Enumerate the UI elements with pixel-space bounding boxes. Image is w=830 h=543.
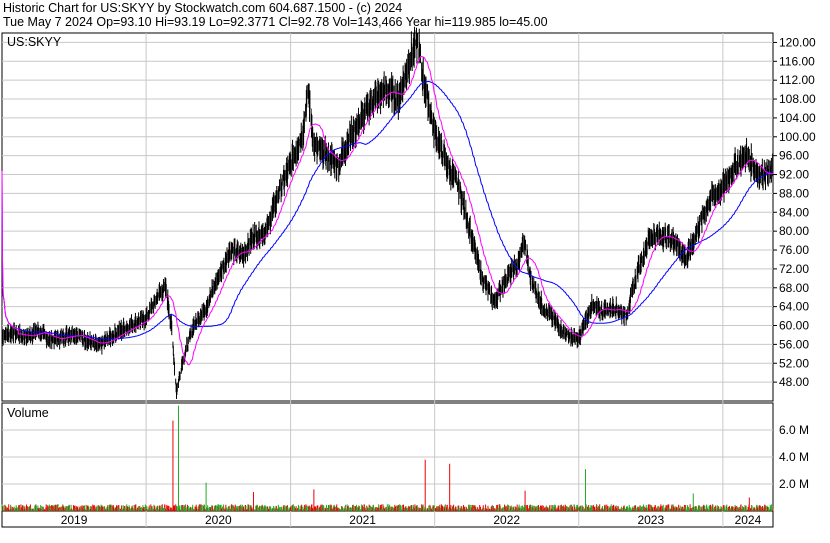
price-volume-chart: 48.00 52.00 56.00 60.00 64.00 68.00 72.00 76.00…: [1, 26, 816, 528]
short-moving-average-line: [1, 56, 774, 366]
price-tick-label: 68.00: [779, 281, 809, 295]
price-tick-label: 52.00: [779, 356, 809, 370]
price-tick-label: 80.00: [779, 224, 809, 238]
year-label: 2019: [61, 513, 88, 527]
long-moving-average-line: [1, 81, 774, 340]
symbol-label: US:SKYY: [7, 35, 62, 49]
price-tick-label: 116.00: [779, 54, 815, 68]
year-label: 2022: [493, 513, 520, 527]
price-tick-label: 76.00: [779, 243, 809, 257]
price-tick-label: 88.00: [779, 186, 809, 200]
year-label: 2021: [349, 513, 376, 527]
price-tick-label: 60.00: [779, 319, 809, 333]
price-tick-label: 72.00: [779, 262, 809, 276]
year-label: 2023: [637, 513, 664, 527]
price-tick-label: 92.00: [779, 168, 809, 182]
volume-tick-label: 4.0 M: [779, 450, 809, 464]
price-tick-label: 64.00: [779, 300, 809, 314]
volume-tick-label: 2.0 M: [779, 477, 809, 491]
price-tick-label: 56.00: [779, 337, 809, 351]
year-label: 2024: [735, 513, 762, 527]
volume-tick-label: 6.0 M: [779, 423, 809, 437]
price-tick-label: 84.00: [779, 205, 809, 219]
price-tick-label: 96.00: [779, 149, 809, 163]
price-tick-label: 120.00: [779, 35, 816, 49]
volume-label: Volume: [7, 406, 49, 420]
price-tick-label: 104.00: [779, 111, 816, 125]
price-tick-label: 108.00: [779, 92, 816, 106]
price-tick-label: 100.00: [779, 130, 816, 144]
price-tick-label: 112.00: [779, 73, 815, 87]
price-tick-label: 48.00: [779, 375, 809, 389]
year-label: 2020: [205, 513, 232, 527]
